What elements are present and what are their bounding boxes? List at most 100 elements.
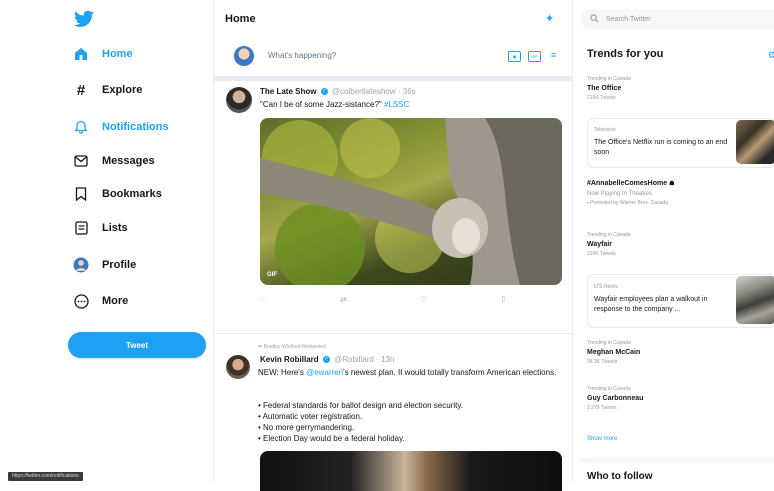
trend-context: Trending in Canada	[587, 232, 631, 238]
like-icon[interactable]: ♡	[420, 295, 480, 304]
trend-item[interactable]: Trending in Canada Wayfair 239K Tweets	[587, 232, 631, 257]
trend-thumbnail-image	[736, 120, 774, 164]
sidebar-item-label: Lists	[102, 222, 128, 234]
promoted-label: ▪ Promoted by Warner Bros. Canada	[587, 200, 674, 206]
list-item: • Election Day would be a federal holida…	[258, 434, 405, 443]
trend-description: The Office's Netflix run is coming to an…	[594, 139, 728, 156]
trend-thumbnail-image	[736, 276, 774, 324]
tweet-body: 's newest plan. It would totally transfo…	[343, 368, 557, 377]
status-url: https://twitter.com/notifications	[8, 472, 83, 481]
who-to-follow-title: Who to follow	[587, 471, 653, 482]
list-item: • No more gerrymandering.	[258, 423, 355, 432]
tweet-handle[interactable]: @Robillard	[334, 355, 374, 364]
trend-count: Now Playing In Theatres	[587, 191, 653, 197]
trend-name: Guy Carbonneau	[587, 395, 644, 402]
trend-context: Trending in Canada	[587, 386, 631, 392]
tweet-body: NEW: Here's	[258, 368, 304, 377]
sparkle-icon[interactable]: ✦	[545, 12, 554, 25]
home-icon	[72, 45, 90, 63]
trend-name: Wayfair	[587, 241, 613, 248]
page-title: Home	[225, 13, 256, 25]
tweet-handle[interactable]: @colbertlateshow	[332, 87, 396, 96]
tweet-header: Kevin Robillard ✓ @Robillard · 13h	[260, 355, 395, 364]
search-input[interactable]: Search Twitter	[606, 16, 651, 23]
tweet-button[interactable]: Tweet	[68, 332, 206, 358]
sidebar-item-label: Notifications	[102, 121, 169, 133]
sidebar-item-messages[interactable]: Messages	[72, 148, 155, 174]
column-divider	[572, 0, 573, 481]
tweet-author-avatar[interactable]	[226, 87, 252, 113]
sidebar-item-label: Explore	[102, 84, 143, 96]
retweet-label: ⇄ Bradley Whitford Retweeted	[258, 344, 326, 350]
user-avatar[interactable]	[234, 46, 254, 66]
share-icon[interactable]: ⇧	[500, 295, 560, 304]
trend-context: Trending in Canada	[587, 340, 631, 346]
tweet-divider	[213, 333, 572, 334]
image-icon[interactable]: ▣	[508, 51, 521, 62]
tweet-author-name[interactable]: Kevin Robillard	[260, 355, 319, 364]
compose-separator	[213, 76, 572, 81]
promoted-text: Promoted by Warner Bros. Canada	[590, 200, 669, 206]
sidebar-item-lists[interactable]: Lists	[72, 215, 128, 241]
bookmark-icon	[72, 185, 90, 203]
retweet-icon[interactable]: ⇄	[340, 295, 400, 304]
trend-count: 2,379 Tweets	[587, 405, 617, 411]
tweet-bullet-list: • Federal standards for ballot design an…	[258, 400, 558, 444]
sidebar-item-bookmarks[interactable]: Bookmarks	[72, 181, 162, 207]
trend-count: 38.3K Tweets	[587, 359, 618, 365]
tweet-author-name[interactable]: The Late Show	[260, 87, 316, 96]
sidebar-item-explore[interactable]: # Explore	[72, 77, 143, 103]
gif-icon[interactable]: GIF	[528, 51, 541, 62]
reply-icon[interactable]: ◌	[260, 295, 320, 304]
sidebar-item-more[interactable]: More	[72, 288, 128, 314]
search-bar[interactable]: Search Twitter	[580, 9, 774, 29]
twitter-logo-icon[interactable]	[74, 10, 94, 28]
retweeted-by-text: Bradley Whitford Retweeted	[263, 344, 326, 350]
hashtag-icon: #	[76, 81, 86, 99]
emoji-icon: ☗	[669, 181, 675, 187]
show-more-link[interactable]: Show more	[587, 436, 617, 442]
verified-badge-icon: ✓	[320, 88, 328, 96]
sidebar-item-profile[interactable]: Profile	[72, 252, 136, 278]
verified-badge-icon: ✓	[322, 356, 330, 364]
trend-hashtag: #AnnabelleComesHome	[587, 180, 668, 187]
list-item: • Federal standards for ballot design an…	[258, 401, 463, 410]
poll-icon[interactable]: ≡	[548, 51, 559, 60]
hashtag-link[interactable]: #LSSC	[384, 100, 409, 109]
trend-item[interactable]: Trending in Canada The Office 219K Tweet…	[587, 76, 631, 101]
compose-toolbar: ▣ GIF ≡	[508, 51, 559, 62]
trend-context: Television	[594, 127, 616, 133]
sidebar-item-label: Home	[102, 48, 133, 60]
tweet-header: The Late Show ✓ @colbertlateshow · 36s	[260, 87, 416, 96]
trend-count: 219K Tweets	[587, 95, 616, 101]
settings-gear-icon[interactable]: ⚙	[768, 50, 774, 61]
tweet-time[interactable]: 13h	[381, 355, 394, 364]
sidebar-item-home[interactable]: Home	[72, 41, 133, 67]
tweet-text: NEW: Here's @ewarren's newest plan. It w…	[258, 367, 558, 378]
tweet-body: "Can I be of some Jazz-sistance?"	[260, 100, 382, 109]
tweet-image-media[interactable]	[260, 451, 562, 491]
compose-input[interactable]: What's happening?	[268, 51, 336, 60]
trend-item[interactable]: Trending in Canada Guy Carbonneau 2,379 …	[587, 386, 643, 411]
tweet-actions: ◌ ⇄ ♡ ⇧	[260, 295, 560, 304]
trend-description: Wayfair employees plan a walkout in resp…	[594, 296, 708, 313]
tweet-author-avatar[interactable]	[226, 355, 250, 379]
sidebar-item-label: More	[102, 295, 129, 307]
sidebar-item-notifications[interactable]: Notifications	[72, 114, 169, 140]
trend-context: Trending in Canada	[587, 76, 631, 82]
trends-title: Trends for you	[587, 48, 664, 60]
more-circle-icon	[72, 292, 90, 310]
tweet-time[interactable]: 36s	[403, 87, 416, 96]
sidebar-item-label: Profile	[102, 259, 137, 271]
trend-context: US news	[594, 284, 619, 290]
bell-icon	[72, 118, 90, 136]
gif-badge: GIF	[267, 272, 277, 278]
mention-link[interactable]: @ewarren	[306, 368, 343, 377]
trend-item[interactable]: Trending in Canada Meghan McCain 38.3K T…	[587, 340, 640, 365]
sidebar-item-label: Messages	[102, 155, 155, 167]
list-icon	[72, 219, 90, 237]
section-separator	[580, 458, 774, 463]
trend-name: The Office	[587, 85, 622, 92]
trend-item[interactable]: #AnnabelleComesHome ☗ Now Playing In The…	[587, 180, 674, 206]
tweet-gif-media[interactable]: GIF	[260, 118, 562, 285]
